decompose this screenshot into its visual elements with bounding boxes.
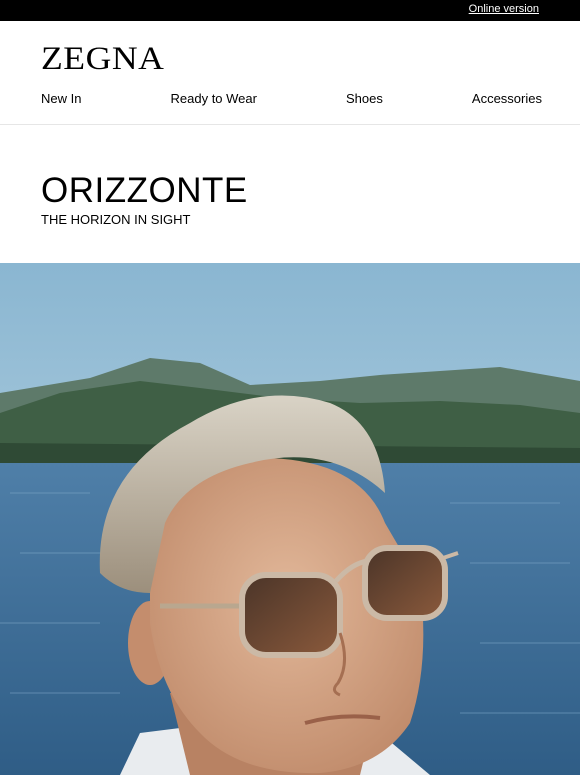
hero-subtitle: THE HORIZON IN SIGHT: [41, 212, 191, 227]
hero-text: ORIZZONTE THE HORIZON IN SIGHT: [0, 125, 580, 263]
nav-ready-to-wear[interactable]: Ready to Wear: [171, 91, 257, 106]
header: ZEGNA New In Ready to Wear Shoes Accesso…: [0, 21, 580, 125]
hero-title: ORIZZONTE: [41, 171, 248, 210]
main-nav: New In Ready to Wear Shoes Accessories: [41, 91, 542, 106]
nav-new-in[interactable]: New In: [41, 91, 81, 106]
zegna-logo[interactable]: ZEGNA: [41, 41, 164, 78]
top-bar: Online version: [0, 0, 580, 21]
hero-photo[interactable]: [0, 263, 580, 775]
nav-shoes[interactable]: Shoes: [346, 91, 383, 106]
nav-accessories[interactable]: Accessories: [472, 91, 542, 106]
online-version-link[interactable]: Online version: [469, 3, 539, 15]
